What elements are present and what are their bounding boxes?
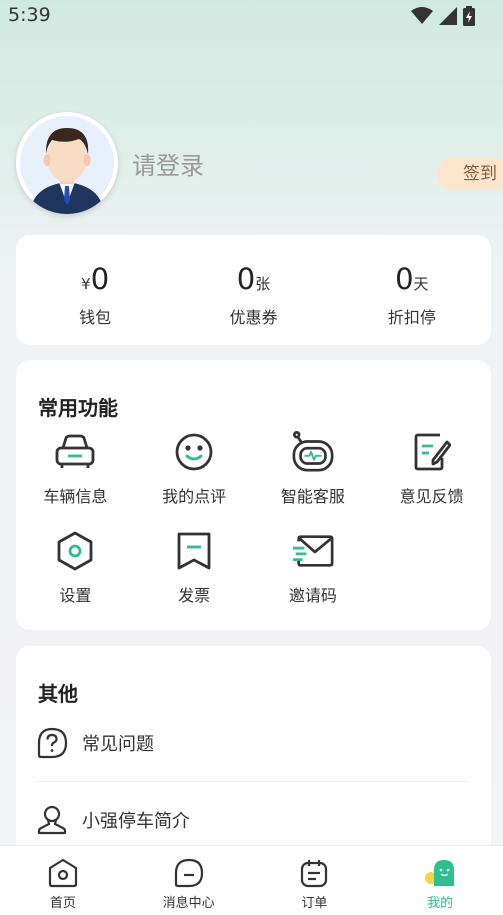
signal-icon xyxy=(439,7,457,25)
wallet-value: 0 xyxy=(90,262,110,296)
profile-header: 请登录 签到 xyxy=(16,112,503,214)
function-grid: 车辆信息 我的点评 智能客服 意见反馈 设置 发票 邀请码 xyxy=(16,430,491,606)
function-invite-code[interactable]: 邀请码 xyxy=(254,529,373,606)
nav-mine[interactable]: 我的 xyxy=(377,846,503,915)
feedback-icon xyxy=(414,433,451,471)
stat-unit: 张 xyxy=(255,275,271,293)
function-vehicle-info[interactable]: 车辆信息 xyxy=(16,430,135,507)
function-label: 智能客服 xyxy=(280,487,345,506)
status-bar: 5:39 xyxy=(0,0,503,34)
stat-value: ¥0 xyxy=(16,263,174,300)
question-icon xyxy=(37,727,68,759)
list-item-faq[interactable]: 常见问题 xyxy=(36,712,468,774)
login-prompt[interactable]: 请登录 xyxy=(132,146,204,181)
robot-icon xyxy=(292,431,334,472)
checkin-button[interactable]: 签到 xyxy=(437,158,503,190)
function-label: 车辆信息 xyxy=(43,487,108,506)
stat-value: 0张 xyxy=(174,263,332,300)
stat-coupons[interactable]: 0张 优惠券 xyxy=(174,235,332,345)
function-my-reviews[interactable]: 我的点评 xyxy=(135,430,254,507)
stats-card: ¥0 钱包 0张 优惠券 0天 折扣停 xyxy=(16,235,491,345)
stat-label: 优惠券 xyxy=(229,308,278,327)
avatar[interactable] xyxy=(16,112,118,214)
other-card: 其他 常见问题 小强停车简介 xyxy=(16,646,491,866)
stat-label: 钱包 xyxy=(79,308,112,327)
status-time: 5:39 xyxy=(8,4,51,26)
nav-label: 首页 xyxy=(49,896,76,911)
function-label: 设置 xyxy=(59,586,92,605)
nav-label: 消息中心 xyxy=(162,896,215,911)
message-icon xyxy=(174,858,203,888)
function-label: 意见反馈 xyxy=(399,487,464,506)
coupon-value: 0 xyxy=(236,262,256,296)
nav-messages[interactable]: 消息中心 xyxy=(126,846,252,915)
divider xyxy=(36,781,468,782)
stat-discount-parking[interactable]: 0天 折扣停 xyxy=(333,235,491,345)
nav-label: 我的 xyxy=(427,896,454,911)
nav-orders[interactable]: 订单 xyxy=(252,846,378,915)
section-title: 常用功能 xyxy=(38,396,118,420)
bottom-nav: 首页 消息中心 订单 我的 xyxy=(0,845,503,915)
stat-value: 0天 xyxy=(333,263,491,300)
wifi-icon xyxy=(411,7,433,24)
nav-home[interactable]: 首页 xyxy=(0,846,126,915)
mine-icon xyxy=(425,860,455,886)
stat-unit: 天 xyxy=(413,275,429,293)
avatar-image xyxy=(20,116,114,214)
list-item-about[interactable]: 小强停车简介 xyxy=(36,789,468,851)
home-icon xyxy=(48,858,77,888)
function-invoice[interactable]: 发票 xyxy=(135,529,254,606)
nav-label: 订单 xyxy=(301,896,328,911)
currency-symbol: ¥ xyxy=(81,275,91,293)
function-feedback[interactable]: 意见反馈 xyxy=(372,430,491,507)
list-item-label: 小强停车简介 xyxy=(82,811,190,832)
discount-value: 0 xyxy=(395,262,414,296)
order-icon xyxy=(301,860,328,888)
smiley-icon xyxy=(175,433,213,471)
settings-icon xyxy=(57,531,93,571)
mail-icon xyxy=(292,535,334,567)
person-icon xyxy=(37,805,67,835)
stat-wallet[interactable]: ¥0 钱包 xyxy=(16,235,174,345)
status-icons xyxy=(411,6,475,26)
car-icon xyxy=(55,434,95,468)
function-label: 邀请码 xyxy=(288,586,337,605)
function-label: 发票 xyxy=(178,586,211,605)
common-functions-card: 常用功能 车辆信息 我的点评 智能客服 意见反馈 设置 发票 邀请码 xyxy=(16,360,491,630)
list-item-label: 常见问题 xyxy=(82,734,154,755)
invoice-icon xyxy=(177,532,211,570)
function-label: 我的点评 xyxy=(162,487,227,506)
stat-label: 折扣停 xyxy=(387,308,436,327)
function-smart-support[interactable]: 智能客服 xyxy=(254,430,373,507)
battery-icon xyxy=(463,6,475,26)
function-settings[interactable]: 设置 xyxy=(16,529,135,606)
section-title: 其他 xyxy=(38,682,78,706)
